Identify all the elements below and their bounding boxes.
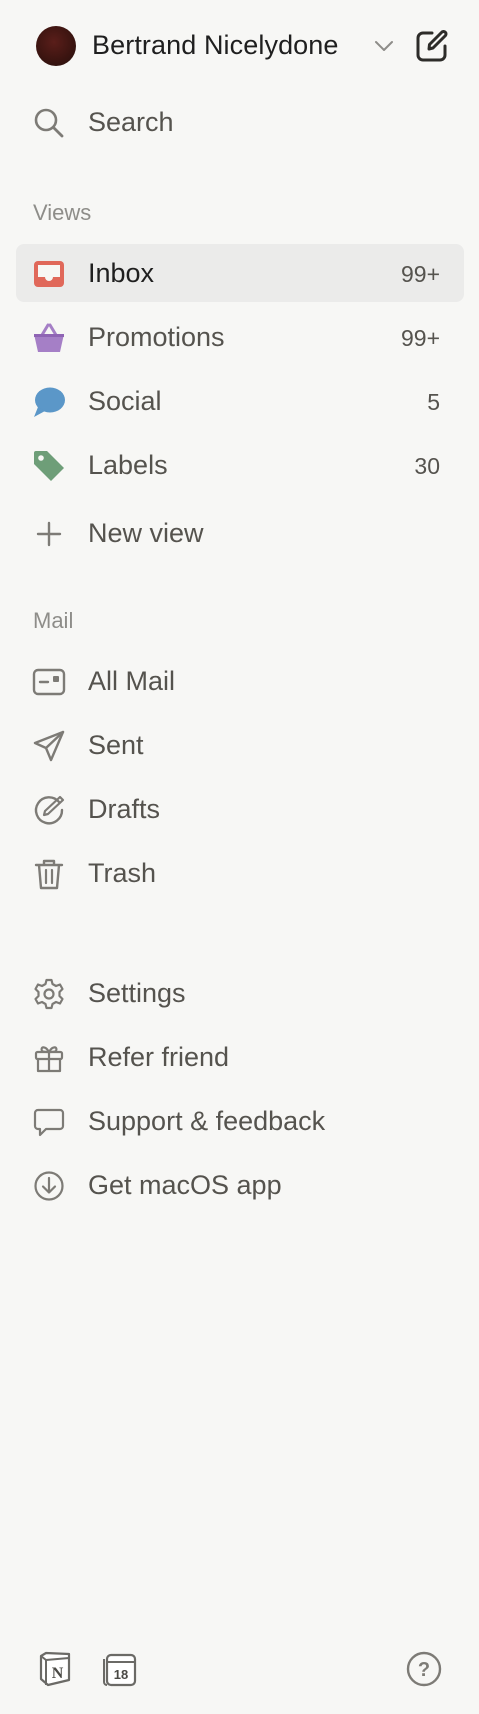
download-icon [34,1171,64,1201]
compose-icon[interactable] [412,26,452,66]
unread-count-badge: 30 [414,453,440,479]
help-icon[interactable]: ? [405,1650,443,1688]
gear-icon [34,978,64,1010]
draft-pen-icon [34,795,65,825]
sidebar-item-label: Support & feedback [88,1106,326,1136]
sidebar-item-label: Trash [88,858,157,888]
trash-icon [34,859,64,890]
views-section-title: Views [33,200,92,225]
help-symbol: ? [418,1659,430,1681]
notion-letter: N [52,1665,64,1682]
sidebar-item-label: Social [88,386,162,416]
sidebar-item-social[interactable]: Social 5 [16,372,464,430]
unread-count-badge: 5 [427,389,440,415]
avatar[interactable] [36,26,76,66]
search-label: Search [88,107,174,137]
comment-icon [33,1108,65,1137]
sidebar-item-label: Labels [88,450,168,480]
sidebar-item-trash[interactable]: Trash [16,844,464,902]
tag-icon [34,451,64,481]
sidebar-item-label: Drafts [88,794,161,824]
sidebar-item-all-mail[interactable]: All Mail [16,652,464,710]
sidebar-item-settings[interactable]: Settings [16,964,464,1022]
sidebar-item-promotions[interactable]: Promotions 99+ [16,308,464,366]
sidebar-item-sent[interactable]: Sent [16,716,464,774]
gift-icon [34,1046,64,1073]
sidebar-header: Bertrand Nicelydone [0,0,479,92]
sidebar-item-label: Settings [88,978,186,1008]
plus-icon [36,521,62,547]
sidebar-item-label: Refer friend [88,1042,230,1072]
sidebar-item-drafts[interactable]: Drafts [16,780,464,838]
paper-plane-icon [33,730,65,762]
sidebar-item-label: All Mail [88,666,176,696]
chat-bubble-icon [34,387,65,417]
unread-count-badge: 99+ [400,261,440,287]
sidebar-item-refer-friend[interactable]: Refer friend [16,1028,464,1086]
mailbox-icon [32,668,66,696]
sidebar-item-label: Get macOS app [88,1170,282,1200]
sidebar-item-label: Inbox [88,258,155,288]
chevron-down-icon[interactable] [372,34,396,58]
sidebar-item-inbox[interactable]: Inbox 99+ [16,244,464,302]
sidebar-item-get-macos-app[interactable]: Get macOS app [16,1156,464,1214]
calendar-app-icon[interactable]: 18 [101,1650,139,1688]
sidebar-item-labels[interactable]: Labels 30 [16,436,464,494]
mail-section-title: Mail [33,608,74,633]
search-button[interactable]: Search [16,93,464,151]
new-view-label: New view [88,518,204,548]
inbox-icon [34,261,64,287]
sidebar-item-label: Sent [88,730,144,760]
sidebar-item-label: Promotions [88,322,225,352]
new-view-button[interactable]: New view [16,504,464,562]
calendar-day-number: 18 [114,1667,128,1682]
unread-count-badge: 99+ [400,325,440,351]
notion-app-icon[interactable]: N [36,1650,74,1688]
account-name[interactable]: Bertrand Nicelydone [92,28,339,62]
basket-icon [34,323,64,352]
search-icon [34,108,64,138]
sidebar-item-support-feedback[interactable]: Support & feedback [16,1092,464,1150]
